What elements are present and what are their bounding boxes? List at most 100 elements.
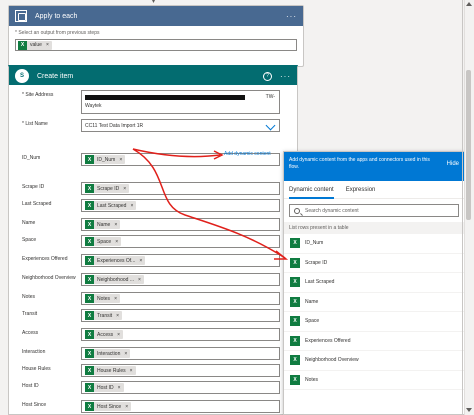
redacted-text xyxy=(85,95,245,100)
tab-dynamic-content[interactable]: Dynamic content xyxy=(289,181,334,199)
create-more-menu-icon[interactable]: ··· xyxy=(280,72,291,81)
field-input[interactable]: X Host ID × xyxy=(81,381,280,394)
list-name-dropdown[interactable]: CC11 Test Data Import 1R xyxy=(81,119,280,132)
token-label: Interaction xyxy=(97,350,121,357)
dynamic-token[interactable]: X Interaction × xyxy=(85,349,131,358)
token-label: ID_Num xyxy=(97,156,116,163)
dynamic-token[interactable]: X House Rules × xyxy=(85,366,136,375)
remove-token-icon[interactable]: × xyxy=(130,368,133,374)
hide-button[interactable]: Hide xyxy=(447,161,459,176)
field-input[interactable]: X Host Since × xyxy=(81,400,280,413)
field-input[interactable]: X Last Scraped × xyxy=(81,199,280,212)
apply-to-each-title: Apply to each xyxy=(35,12,78,20)
tab-expression[interactable]: Expression xyxy=(346,181,376,199)
field-input[interactable]: X Experiences Of... × xyxy=(81,254,280,267)
dynamic-content-item[interactable]: X Name xyxy=(284,293,464,312)
dynamic-content-item[interactable]: X Space xyxy=(284,312,464,332)
site-address-label: * Site Address xyxy=(22,92,54,98)
apply-to-each-card: Apply to each ··· * Select an output fro… xyxy=(8,5,304,67)
dynamic-token[interactable]: X Space × xyxy=(85,237,122,246)
remove-token-icon[interactable]: × xyxy=(124,351,127,357)
dynamic-item-label: Neighborhood Overview xyxy=(305,357,359,364)
remove-token-icon[interactable]: × xyxy=(117,332,120,338)
remove-token-icon[interactable]: × xyxy=(130,203,133,209)
dynamic-token[interactable]: X Host Since × xyxy=(85,402,132,411)
dynamic-token[interactable]: X ID_Num × xyxy=(85,155,126,164)
excel-icon: X xyxy=(290,374,300,385)
field-label: Transit xyxy=(22,311,38,317)
create-item-header[interactable]: S Create item ? ··· xyxy=(9,67,297,85)
dynamic-content-item[interactable]: X Scrape ID xyxy=(284,254,464,273)
remove-token-icon[interactable]: × xyxy=(119,157,122,163)
add-dynamic-content-link[interactable]: Add dynamic content xyxy=(224,151,271,157)
dynamic-content-item[interactable]: X Neighborhood Overview xyxy=(284,351,464,371)
dynamic-token[interactable]: X Access × xyxy=(85,330,124,339)
list-name-value: CC11 Test Data Import 1R xyxy=(85,122,144,129)
excel-icon: X xyxy=(85,237,94,246)
field-input[interactable]: X Space × xyxy=(81,235,280,248)
remove-token-icon[interactable]: × xyxy=(118,385,121,391)
chevron-down-icon[interactable] xyxy=(265,120,276,131)
dynamic-panel-header: Add dynamic content from the apps and co… xyxy=(284,152,464,181)
scroll-down-icon[interactable] xyxy=(466,408,472,412)
create-item-title: Create item xyxy=(37,72,74,80)
dynamic-token[interactable]: X Notes × xyxy=(85,294,120,303)
excel-icon: X xyxy=(85,184,94,193)
dynamic-item-label: Experiences Offered xyxy=(305,337,351,344)
token-label: Last Scraped xyxy=(97,202,127,209)
dynamic-content-item[interactable]: X Experiences Offered xyxy=(284,332,464,351)
dynamic-token[interactable]: X Last Scraped × xyxy=(85,201,137,210)
create-item-card: S Create item ? ··· * Site Address TW- W… xyxy=(8,65,298,415)
field-input[interactable]: X Scrape ID × xyxy=(81,182,280,195)
field-row: Name xyxy=(22,219,84,227)
remove-token-icon[interactable]: × xyxy=(138,277,141,283)
token-label: Transit xyxy=(97,312,113,319)
remove-token-icon[interactable]: × xyxy=(46,42,49,48)
remove-token-icon[interactable]: × xyxy=(125,404,128,410)
select-output-field[interactable]: X value × xyxy=(15,39,297,51)
excel-icon: X xyxy=(290,296,300,307)
field-input[interactable]: X Transit × xyxy=(81,309,280,322)
field-row: Scrape ID xyxy=(22,183,84,191)
dynamic-content-item[interactable]: X Last Scraped xyxy=(284,273,464,293)
field-input[interactable]: X Interaction × xyxy=(81,347,280,360)
dynamic-token[interactable]: X Transit × xyxy=(85,311,123,320)
apply-to-each-header[interactable]: Apply to each ··· xyxy=(9,6,303,26)
field-input[interactable]: X Neighborhood ... × xyxy=(81,273,280,286)
remove-token-icon[interactable]: × xyxy=(114,296,117,302)
field-input[interactable]: X House Rules × xyxy=(81,364,280,377)
token-label: Notes xyxy=(97,295,111,302)
dynamic-token[interactable]: X Name × xyxy=(85,220,121,229)
dynamic-token[interactable]: X Experiences Of... × xyxy=(85,256,146,265)
remove-token-icon[interactable]: × xyxy=(139,258,142,264)
dynamic-token[interactable]: X Host ID × xyxy=(85,383,124,392)
scroll-up-icon[interactable] xyxy=(466,2,472,6)
dynamic-token[interactable]: X Scrape ID × xyxy=(85,184,130,193)
token-label: value xyxy=(30,42,42,48)
dynamic-search-input[interactable]: Search dynamic content xyxy=(289,204,459,217)
site-address-field[interactable]: TW- Waytek xyxy=(81,90,280,114)
remove-token-icon[interactable]: × xyxy=(116,313,119,319)
dynamic-content-item[interactable]: X ID_Num xyxy=(284,234,464,254)
field-row: Experiences Offered xyxy=(22,255,84,263)
dynamic-token[interactable]: X Neighborhood ... × xyxy=(85,275,144,284)
token-label: Name xyxy=(97,221,111,228)
help-icon[interactable]: ? xyxy=(263,71,272,81)
field-input[interactable]: X Name × xyxy=(81,218,280,231)
field-label: Host Since xyxy=(22,402,47,408)
dynamic-item-label: Name xyxy=(305,298,319,305)
excel-icon: X xyxy=(85,311,94,320)
dynamic-content-item[interactable]: X Notes xyxy=(284,371,464,390)
excel-icon: X xyxy=(85,402,94,411)
remove-token-icon[interactable]: × xyxy=(115,239,118,245)
field-input[interactable]: X Notes × xyxy=(81,292,280,305)
excel-icon: X xyxy=(85,330,94,339)
token-label: Space xyxy=(97,238,112,245)
field-row: Neighborhood Overview xyxy=(22,274,84,282)
remove-token-icon[interactable]: × xyxy=(114,222,117,228)
scroll-thumb[interactable] xyxy=(466,70,471,220)
apply-more-menu-icon[interactable]: ··· xyxy=(286,12,297,21)
value-token[interactable]: X value × xyxy=(18,40,52,50)
remove-token-icon[interactable]: × xyxy=(123,186,126,192)
field-input[interactable]: X Access × xyxy=(81,328,280,341)
